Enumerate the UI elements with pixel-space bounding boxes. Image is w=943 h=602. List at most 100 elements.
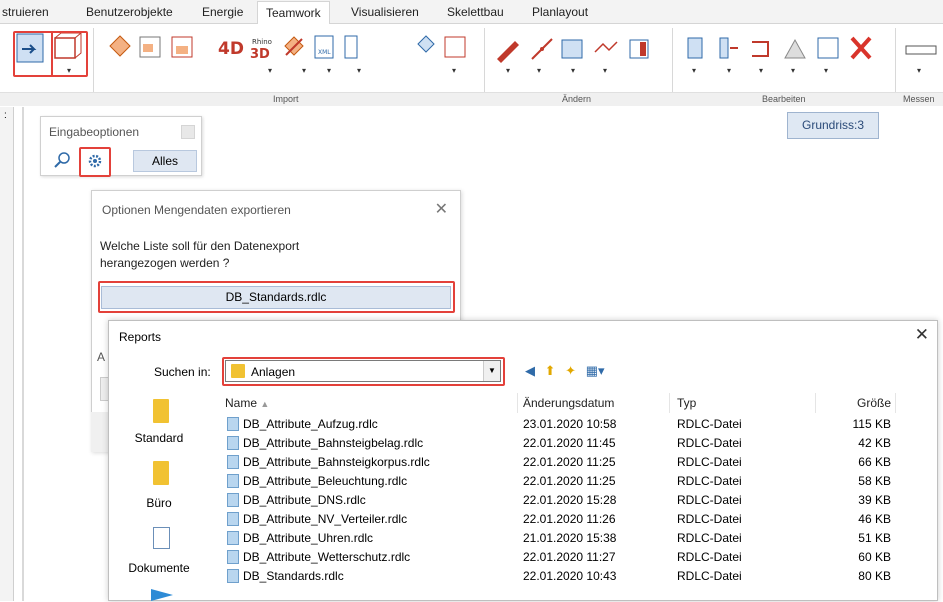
tab-energie[interactable]: Energie [202, 0, 243, 24]
svg-text:▾: ▾ [791, 66, 795, 75]
file-name: DB_Attribute_Bahnsteigkorpus.rdlc [243, 455, 430, 469]
dropdown-arrows: ▾ ▾ ▾▾▾ ▾ ▾ ▾ ▾ ▾ ▾ ▾ ▾ ▾ ▾ ▾ [67, 66, 921, 75]
tab-skelettbau[interactable]: Skelettbau [447, 0, 504, 24]
tab-teamwork[interactable]: Teamwork [257, 1, 330, 25]
svg-text:Rhino: Rhino [252, 38, 272, 46]
tab-visualisieren[interactable]: Visualisieren [351, 0, 419, 24]
column-separator [815, 393, 816, 413]
file-date: 22.01.2020 11:27 [523, 550, 616, 564]
file-size: 115 KB [852, 417, 891, 431]
left-panel-divider [22, 107, 24, 601]
gear-icon[interactable] [86, 152, 104, 170]
bearbeiten-icons[interactable] [687, 36, 872, 60]
colon-marker: : [4, 110, 7, 121]
dialog-question: Welche Liste soll für den Datenexport he… [100, 238, 400, 272]
svg-text:▾: ▾ [302, 66, 306, 75]
suchen-in-label: Suchen in: [154, 365, 211, 379]
folder-highlight [222, 357, 505, 386]
highlight-divider [51, 31, 53, 77]
column-size[interactable]: Größe [847, 393, 891, 413]
group-label-bearbeiten: Bearbeiten [762, 94, 806, 104]
column-type[interactable]: Typ [677, 393, 696, 413]
place-standard[interactable]: Standard [109, 431, 209, 445]
svg-text:▾: ▾ [692, 66, 696, 75]
file-size: 51 KB [858, 531, 891, 545]
file-row[interactable]: DB_Attribute_Beleuchtung.rdlc 22.01.2020 … [215, 472, 905, 490]
svg-text:▾: ▾ [759, 66, 763, 75]
tab-struieren[interactable]: struieren [2, 0, 49, 24]
reports-dialog: Reports ✕ Suchen in: Anlagen ▼ ◀ ⬆ ✦ ▦▾ … [108, 320, 938, 601]
view-menu-icon[interactable]: ▦▾ [586, 363, 605, 378]
file-type: RDLC-Datei [677, 512, 742, 526]
alles-button[interactable]: Alles [133, 150, 197, 172]
tab-planlayout[interactable]: Planlayout [532, 0, 588, 24]
file-row[interactable]: DB_Standards.rdlc 22.01.2020 10:43 RDLC-Da… [215, 567, 905, 585]
file-name: DB_Attribute_Aufzug.rdlc [243, 417, 378, 431]
group-label-aendern: Ändern [562, 94, 592, 104]
file-type: RDLC-Datei [677, 550, 742, 564]
place-buero[interactable]: Büro [109, 496, 209, 510]
file-icon [227, 531, 239, 545]
search-icon[interactable] [53, 151, 73, 171]
document-icon [153, 527, 170, 549]
svg-text:▾: ▾ [917, 66, 921, 75]
file-row[interactable]: DB_Attribute_Aufzug.rdlc 23.01.2020 10:58… [215, 415, 905, 433]
file-row[interactable]: DB_Attribute_DNS.rdlc 22.01.2020 15:28 RDL… [215, 491, 905, 509]
file-row[interactable]: DB_Attribute_Wetterschutz.rdlc 22.01.2020… [215, 548, 905, 566]
eingabe-title: Eingabeoptionen [49, 125, 140, 139]
question-line-1: Welche Liste soll für den Datenexport [100, 239, 300, 253]
ruler-icon[interactable] [905, 45, 937, 55]
svg-text:▾: ▾ [603, 66, 607, 75]
folder-icon [153, 461, 169, 485]
file-date: 23.01.2020 10:58 [523, 417, 617, 431]
group-label-import: Import [273, 94, 299, 104]
svg-text:▾: ▾ [268, 66, 272, 75]
svg-text:▾: ▾ [727, 66, 731, 75]
left-panel-edge [0, 107, 14, 601]
places-bar: Standard Büro Dokumente [109, 391, 209, 602]
file-icon [227, 493, 239, 507]
svg-text:▾: ▾ [824, 66, 828, 75]
file-name: DB_Attribute_Uhren.rdlc [243, 531, 374, 545]
file-icon [227, 474, 239, 488]
file-icon [227, 550, 239, 564]
column-name-label: Name [225, 396, 258, 410]
file-row[interactable]: DB_Attribute_NV_Verteiler.rdlc 22.01.2020… [215, 510, 905, 528]
close-icon[interactable]: ✕ [915, 325, 929, 345]
up-folder-icon[interactable]: ⬆ [545, 363, 556, 378]
close-icon[interactable]: ✕ [435, 199, 448, 219]
file-name: DB_Attribute_Beleuchtung.rdlc [243, 474, 408, 488]
ribbon-tab-bar: struieren Benutzerobjekte Energie Teamwo… [0, 0, 943, 25]
question-line-2: herangezogen werden ? [100, 256, 230, 270]
file-icon [227, 436, 239, 450]
svg-text:3D: 3D [250, 47, 270, 62]
hidden-footer-fragment [91, 412, 108, 452]
file-type: RDLC-Datei [677, 436, 742, 450]
column-separator [669, 393, 670, 413]
file-list: Name ▲ Änderungsdatum Typ Größe DB_Attri… [215, 393, 935, 602]
file-name: DB_Attribute_DNS.rdlc [243, 493, 366, 507]
ribbon-group-labels: Import Ändern Bearbeiten Messen [0, 92, 943, 106]
ribbon-icons: 4D Rhino 3D XML ▾ ▾ ▾▾▾ ▾ ▾ ▾ ▾ ▾ ▾ ▾ ▾ ▾ ▾ ▾ [16, 32, 937, 75]
viewport-label: Grundriss:3 [787, 112, 879, 139]
new-folder-icon[interactable]: ✦ [565, 363, 576, 378]
column-name[interactable]: Name ▲ [225, 393, 269, 413]
column-date[interactable]: Änderungsdatum [523, 393, 614, 413]
tab-benutzerobjekte[interactable]: Benutzerobjekte [86, 0, 173, 24]
panel-pin-icon[interactable] [181, 125, 195, 139]
import-icons[interactable]: 4D Rhino 3D XML [109, 35, 466, 62]
svg-text:▾: ▾ [327, 66, 331, 75]
file-size: 60 KB [858, 550, 891, 564]
place-dokumente[interactable]: Dokumente [109, 561, 209, 575]
file-row[interactable]: DB_Attribute_Bahnsteigbelag.rdlc 22.01.20… [215, 434, 905, 452]
aendern-icons[interactable] [497, 38, 649, 63]
file-name: DB_Attribute_NV_Verteiler.rdlc [243, 512, 408, 526]
file-row[interactable]: DB_Attribute_Uhren.rdlc 21.01.2020 15:38 R… [215, 529, 905, 547]
back-icon[interactable]: ◀ [525, 363, 535, 378]
file-row[interactable]: DB_Attribute_Bahnsteigkorpus.rdlc 22.01.2… [215, 453, 905, 471]
file-icon [227, 417, 239, 431]
file-size: 39 KB [858, 493, 891, 507]
svg-text:XML: XML [318, 49, 331, 56]
file-size: 58 KB [858, 474, 891, 488]
file-name: DB_Attribute_Bahnsteigbelag.rdlc [243, 436, 424, 450]
